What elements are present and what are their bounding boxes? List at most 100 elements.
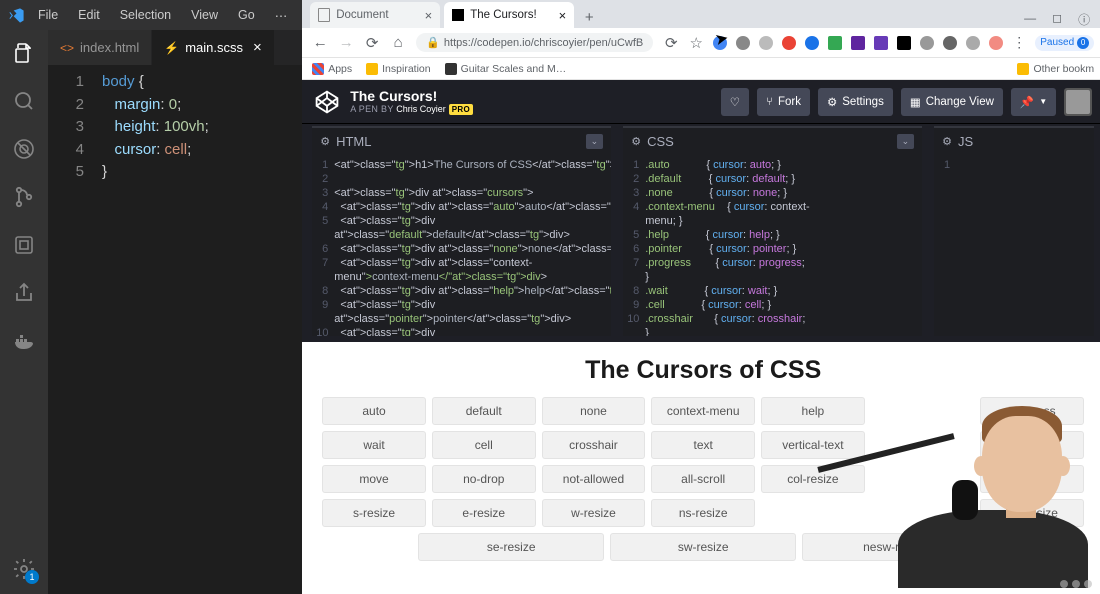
apps-bookmark[interactable]: Apps: [312, 63, 352, 75]
code-editor[interactable]: 12345 body { margin: 0; height: 100vh; c…: [48, 65, 302, 594]
gear-icon[interactable]: ⚙: [631, 135, 641, 148]
ext-icon[interactable]: [759, 36, 773, 50]
home-icon[interactable]: ⌂: [390, 34, 406, 51]
ext-icon[interactable]: [782, 36, 796, 50]
star-icon[interactable]: ☆: [688, 34, 704, 52]
html-panel: ⚙HTML⌄ 12345 67 89 10 <at">class="tg">h1…: [312, 126, 611, 336]
ext-icon[interactable]: [897, 36, 911, 50]
cursor-cell-context-menu[interactable]: context-menu: [651, 397, 755, 425]
menu-more[interactable]: ⋯: [268, 4, 295, 27]
cursor-cell-e-resize[interactable]: e-resize: [432, 499, 536, 527]
chevron-down-icon[interactable]: ⌄: [897, 134, 915, 149]
ext-icon[interactable]: [874, 36, 888, 50]
avatar-button[interactable]: [1064, 88, 1092, 116]
settings-gear-icon[interactable]: 1: [11, 556, 37, 582]
menu-view[interactable]: View: [184, 4, 225, 26]
chevron-down-icon[interactable]: ⌄: [586, 134, 604, 149]
cursor-cell-sw-resize[interactable]: sw-resize: [610, 533, 796, 561]
ext-icon[interactable]: [989, 36, 1003, 50]
pin-button[interactable]: 📌▼: [1011, 88, 1056, 116]
cursor-cell-n-resize[interactable]: n-resize: [980, 465, 1084, 493]
cursor-cell-vertical-text[interactable]: vertical-text: [761, 431, 865, 459]
back-icon[interactable]: ←: [312, 34, 328, 51]
inspiration-bookmark[interactable]: Inspiration: [366, 63, 430, 75]
cursor-cell-w-resize[interactable]: w-resize: [542, 499, 646, 527]
cursor-cell-ns-resize[interactable]: ns-resize: [651, 499, 755, 527]
menu-go[interactable]: Go: [231, 4, 262, 26]
fork-icon: ⑂: [766, 96, 773, 108]
debug-bug-icon[interactable]: [11, 136, 37, 162]
close-icon[interactable]: ×: [425, 8, 433, 23]
cursor-cell-no-drop[interactable]: no-drop: [432, 465, 536, 493]
cursor-cell-crosshair[interactable]: crosshair: [542, 431, 646, 459]
cursor-cell-se-resize[interactable]: se-resize: [418, 533, 604, 561]
guitar-bookmark[interactable]: Guitar Scales and M…: [445, 63, 567, 75]
cursor-cell-cell[interactable]: cell: [432, 431, 536, 459]
cursor-cell-text[interactable]: text: [651, 431, 755, 459]
ext-icon[interactable]: [966, 36, 980, 50]
reload-icon[interactable]: ⟳: [364, 34, 380, 52]
cursor-cell-nw-resize[interactable]: nw-resize: [980, 499, 1084, 527]
gear-icon[interactable]: ⚙: [320, 135, 330, 148]
menu-edit[interactable]: Edit: [71, 4, 107, 26]
ext-icon[interactable]: [828, 36, 842, 50]
cursor-cell-wait[interactable]: wait: [322, 431, 426, 459]
forward-icon[interactable]: →: [338, 34, 354, 51]
cursor-cell-move[interactable]: move: [322, 465, 426, 493]
docker-icon[interactable]: [11, 328, 37, 354]
css-editor[interactable]: 1234 567 8910 11.auto { cursor: auto; }.…: [623, 154, 922, 336]
settings-button[interactable]: ⚙Settings: [818, 88, 893, 116]
menu-selection[interactable]: Selection: [113, 4, 178, 26]
browser-tab-document[interactable]: Document ×: [310, 2, 440, 28]
minimize-icon[interactable]: —: [1024, 11, 1036, 28]
tab-index-html[interactable]: <> index.html: [48, 30, 152, 65]
ext-icon[interactable]: [851, 36, 865, 50]
cursor-cell-progress[interactable]: progress: [980, 397, 1084, 425]
cursor-cell-not-allowed[interactable]: not-allowed: [542, 465, 646, 493]
share-icon[interactable]: [11, 280, 37, 306]
menu-file[interactable]: File: [31, 4, 65, 26]
close-icon[interactable]: ×: [253, 39, 262, 56]
heart-button[interactable]: ♡: [721, 88, 749, 116]
maximize-icon[interactable]: ◻: [1052, 11, 1062, 28]
cursor-cell-copy[interactable]: copy: [980, 431, 1084, 459]
gear-icon[interactable]: ⚙: [942, 135, 952, 148]
cursor-cell-help[interactable]: help: [761, 397, 865, 425]
sync-icon[interactable]: ⟳: [663, 34, 679, 52]
pen-title: The Cursors!: [350, 88, 473, 104]
more-icon[interactable]: ⋮: [1012, 34, 1026, 51]
ext-icon[interactable]: [736, 36, 750, 50]
chevron-down-icon: ▼: [1039, 97, 1047, 106]
cursor-cell-col-resize[interactable]: col-resize: [761, 465, 865, 493]
new-tab-button[interactable]: +: [578, 6, 600, 28]
close-icon[interactable]: ×: [559, 8, 567, 23]
ext-icon[interactable]: [920, 36, 934, 50]
js-editor[interactable]: 1: [934, 154, 1094, 336]
other-bookmarks[interactable]: Other bookm: [1017, 63, 1094, 75]
vscode-titlebar: File Edit Selection View Go ⋯: [0, 0, 302, 30]
profile-paused[interactable]: Paused0: [1035, 35, 1094, 51]
codepen-app: The Cursors! A PEN BY Chris CoyierPRO ♡ …: [302, 80, 1100, 594]
html-file-icon: <>: [60, 41, 74, 55]
codepen-header: The Cursors! A PEN BY Chris CoyierPRO ♡ …: [302, 80, 1100, 124]
page-icon: [445, 63, 457, 75]
cursor-cell-auto[interactable]: auto: [322, 397, 426, 425]
ext-icon[interactable]: [805, 36, 819, 50]
source-control-icon[interactable]: [11, 184, 37, 210]
browser-tab-cursors[interactable]: The Cursors! ×: [444, 2, 574, 28]
cursor-cell-all-scroll[interactable]: all-scroll: [651, 465, 755, 493]
cursor-cell-nesw-resize[interactable]: nesw-resize: [802, 533, 988, 561]
address-bar[interactable]: 🔒 https://codepen.io/chriscoyier/pen/uCw…: [416, 33, 653, 52]
cursor-cell-none[interactable]: none: [542, 397, 646, 425]
search-icon[interactable]: [11, 88, 37, 114]
info-icon[interactable]: ⓘ: [1078, 11, 1090, 28]
cursor-cell-default[interactable]: default: [432, 397, 536, 425]
html-editor[interactable]: 12345 67 89 10 <at">class="tg">h1>The Cu…: [312, 154, 611, 336]
run-debug-icon[interactable]: [11, 232, 37, 258]
fork-button[interactable]: ⑂Fork: [757, 88, 810, 116]
cursor-cell-s-resize[interactable]: s-resize: [322, 499, 426, 527]
ext-icon[interactable]: [943, 36, 957, 50]
change-view-button[interactable]: ▦Change View: [901, 88, 1003, 116]
explorer-icon[interactable]: [11, 40, 37, 66]
tab-main-scss[interactable]: ⚡ main.scss ×: [152, 30, 275, 65]
